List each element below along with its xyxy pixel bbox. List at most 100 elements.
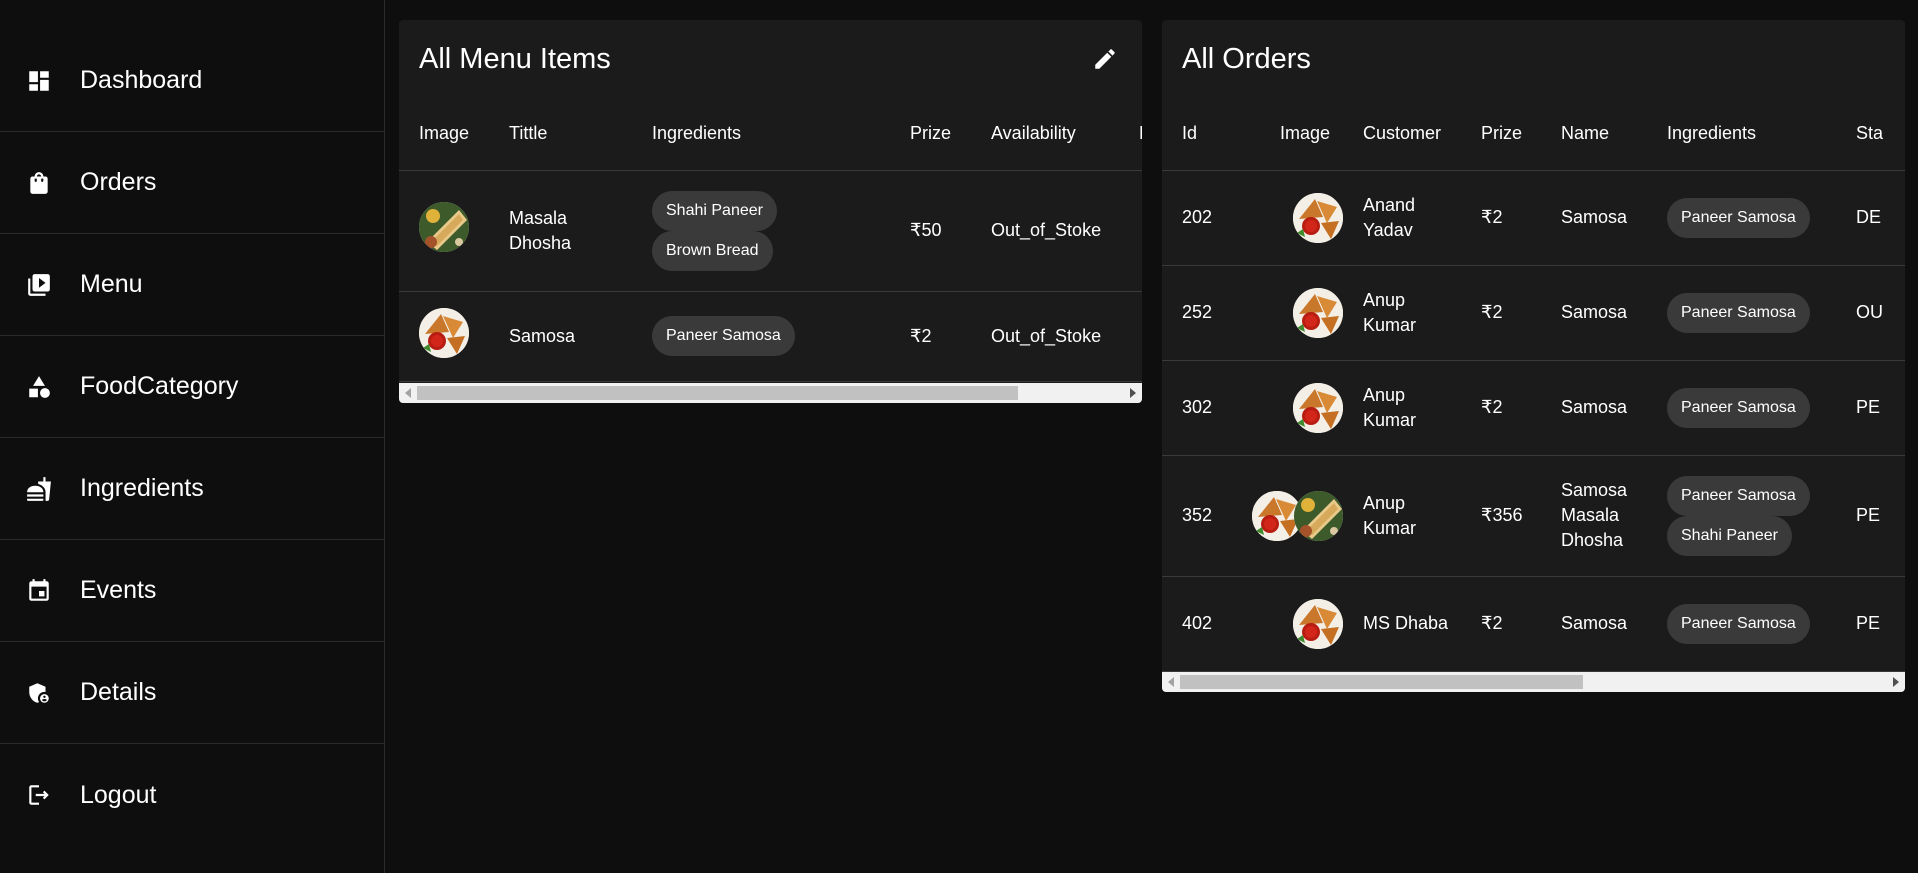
- column-header-image[interactable]: Image: [1232, 98, 1343, 171]
- sidebar-item-ingredients[interactable]: Ingredients: [0, 438, 384, 540]
- sidebar: Dashboard Orders Menu FoodCategory Ingre…: [0, 0, 385, 873]
- ingredient-chips: Paneer Samosa: [652, 316, 890, 356]
- order-name: Samosa: [1541, 265, 1647, 361]
- table-row: Masala Dhosha Shahi Paneer Brown Bread ₹…: [399, 170, 1142, 292]
- item-availability[interactable]: Out_of_Stoke: [971, 291, 1119, 382]
- column-header-name[interactable]: Name: [1541, 98, 1647, 171]
- order-name: Samosa: [1541, 360, 1647, 456]
- order-status[interactable]: PE: [1836, 360, 1905, 456]
- sidebar-item-foodcategory[interactable]: FoodCategory: [0, 336, 384, 438]
- order-prize: ₹356: [1461, 455, 1541, 577]
- order-id: 252: [1162, 265, 1232, 361]
- horizontal-scrollbar[interactable]: [1162, 672, 1905, 692]
- sidebar-item-events[interactable]: Events: [0, 540, 384, 642]
- column-header-status[interactable]: Sta: [1836, 98, 1905, 171]
- order-prize: ₹2: [1461, 265, 1541, 361]
- order-name: Samosa: [1541, 170, 1647, 266]
- ingredient-chips: Paneer Samosa: [1667, 387, 1836, 428]
- ingredient-chips: Paneer Samosa: [1667, 603, 1836, 644]
- ingredient-chip: Shahi Paneer: [1667, 515, 1792, 556]
- event-icon: [26, 578, 52, 604]
- orders-panel: All Orders Id Image Customer Prize Name …: [1162, 20, 1905, 692]
- order-images: [1252, 192, 1343, 243]
- order-id: 202: [1162, 170, 1232, 266]
- table-header-row: Image Tittle Ingredients Prize Availabil…: [399, 98, 1142, 171]
- order-customer: Anup Kumar: [1343, 265, 1461, 361]
- order-status[interactable]: PE: [1836, 576, 1905, 672]
- panel-header: All Orders: [1162, 20, 1905, 98]
- order-status[interactable]: PE: [1836, 455, 1905, 577]
- sidebar-item-orders[interactable]: Orders: [0, 132, 384, 234]
- samosa-image: [1293, 287, 1343, 338]
- order-status[interactable]: OU: [1836, 265, 1905, 361]
- samosa-image: [1293, 382, 1343, 433]
- scrollbar-track[interactable]: [1180, 672, 1887, 692]
- column-header-image[interactable]: Image: [399, 98, 489, 171]
- samosa-image: [1293, 192, 1343, 243]
- scroll-left-arrow-icon[interactable]: [1162, 672, 1180, 692]
- order-customer: Anand Yadav: [1343, 170, 1461, 266]
- table-header-row: Id Image Customer Prize Name Ingredients…: [1162, 98, 1905, 171]
- scroll-right-arrow-icon[interactable]: [1124, 383, 1142, 403]
- scrollbar-track[interactable]: [417, 383, 1124, 403]
- item-availability[interactable]: Out_of_Stoke: [971, 170, 1119, 292]
- scrollbar-thumb[interactable]: [417, 386, 1018, 400]
- order-customer: Anup Kumar: [1343, 455, 1461, 577]
- order-images: [1252, 490, 1343, 541]
- column-header-delete[interactable]: D: [1119, 98, 1142, 171]
- item-prize: ₹50: [890, 170, 971, 292]
- column-header-title[interactable]: Tittle: [489, 98, 632, 171]
- sidebar-item-label: Dashboard: [80, 66, 203, 94]
- sidebar-item-label: Ingredients: [80, 474, 204, 502]
- ingredient-chip: Paneer Samosa: [1667, 197, 1810, 238]
- masala-dosa-image: [419, 202, 469, 252]
- dashboard-icon: [26, 68, 52, 94]
- scroll-right-arrow-icon[interactable]: [1887, 672, 1905, 692]
- sidebar-item-details[interactable]: Details: [0, 642, 384, 744]
- admin-panel-settings-icon: [26, 680, 52, 706]
- column-header-prize[interactable]: Prize: [1461, 98, 1541, 171]
- category-icon: [26, 374, 52, 400]
- item-prize: ₹2: [890, 291, 971, 382]
- ingredient-chip: Shahi Paneer: [652, 190, 777, 231]
- edit-icon: [1095, 49, 1115, 69]
- table-row: Samosa Paneer Samosa ₹2 Out_of_Stoke: [399, 291, 1142, 382]
- column-header-ingredients[interactable]: Ingredients: [632, 98, 890, 171]
- order-prize: ₹2: [1461, 170, 1541, 266]
- ingredient-chips: Shahi Paneer Brown Bread: [652, 190, 890, 271]
- sidebar-item-menu[interactable]: Menu: [0, 234, 384, 336]
- sidebar-item-dashboard[interactable]: Dashboard: [0, 30, 384, 132]
- order-customer: MS Dhaba: [1343, 576, 1461, 672]
- table-row: 402 MS Dhaba ₹2 Samosa Paneer Samosa PE: [1162, 576, 1905, 672]
- panel-title: All Orders: [1182, 42, 1311, 75]
- scroll-left-arrow-icon[interactable]: [399, 383, 417, 403]
- order-status[interactable]: DE: [1836, 170, 1905, 266]
- item-title: Masala Dhosha: [489, 170, 632, 292]
- video-library-icon: [26, 272, 52, 298]
- item-title: Samosa: [489, 291, 632, 382]
- menu-table: Image Tittle Ingredients Prize Availabil…: [399, 98, 1142, 382]
- sidebar-item-logout[interactable]: Logout: [0, 744, 384, 846]
- table-row: 202 Anand Yadav ₹2 Samosa Paneer Samosa …: [1162, 170, 1905, 266]
- column-header-ingredients[interactable]: Ingredients: [1647, 98, 1836, 171]
- column-header-id[interactable]: Id: [1162, 98, 1232, 171]
- column-header-availability[interactable]: Availability: [971, 98, 1119, 171]
- masala-dosa-image: [1293, 490, 1343, 541]
- ingredient-chips: Paneer Samosa: [1667, 197, 1836, 238]
- order-name: Samosa: [1541, 576, 1647, 672]
- scrollbar-thumb[interactable]: [1180, 675, 1583, 689]
- order-name: Samosa Masala Dhosha: [1541, 455, 1647, 577]
- order-id: 302: [1162, 360, 1232, 456]
- sidebar-item-label: Orders: [80, 168, 157, 196]
- order-images: [1252, 382, 1343, 433]
- ingredient-chip: Paneer Samosa: [1667, 475, 1810, 516]
- samosa-image: [1293, 598, 1343, 649]
- order-prize: ₹2: [1461, 576, 1541, 672]
- horizontal-scrollbar[interactable]: [399, 383, 1142, 403]
- column-header-prize[interactable]: Prize: [890, 98, 971, 171]
- column-header-customer[interactable]: Customer: [1343, 98, 1461, 171]
- order-images: [1252, 598, 1343, 649]
- ingredient-chip: Paneer Samosa: [652, 316, 795, 356]
- ingredient-chips: Paneer Samosa: [1667, 292, 1836, 333]
- edit-button[interactable]: [1088, 42, 1122, 76]
